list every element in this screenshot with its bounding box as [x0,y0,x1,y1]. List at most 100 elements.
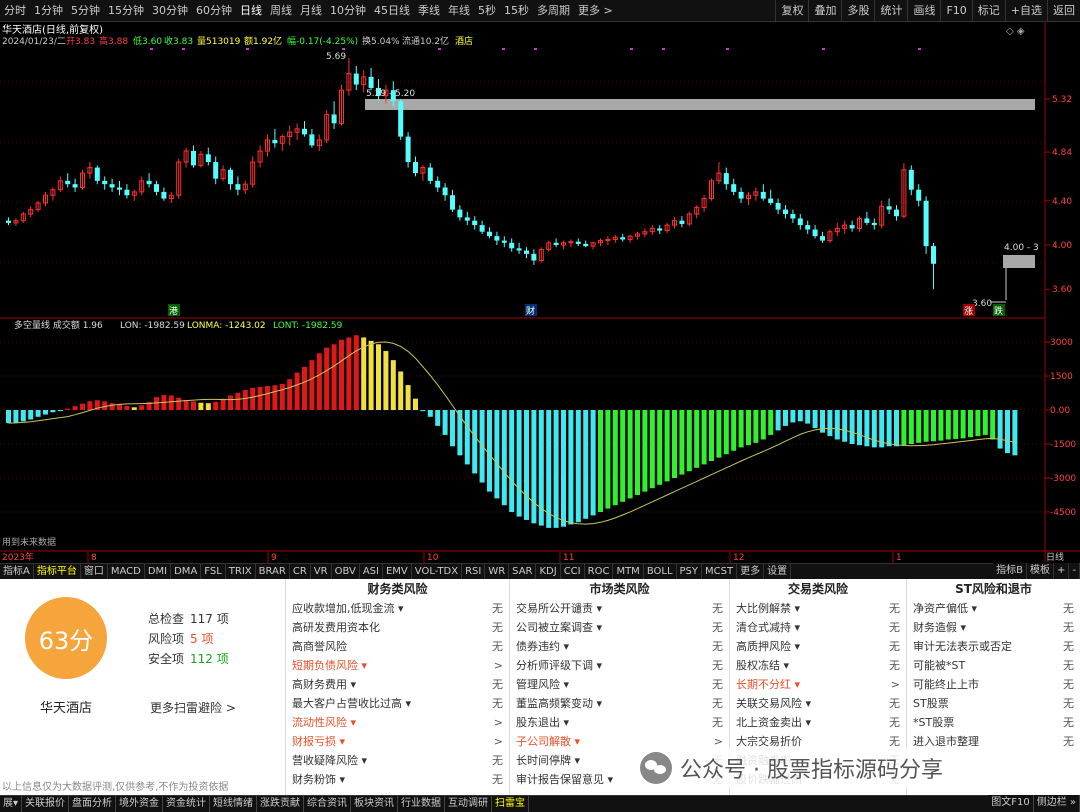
tool-button-4[interactable]: 画线 [907,0,940,22]
indicator-tab-9[interactable]: CR [290,564,311,579]
risk-item[interactable]: 短期负债风险 ▾ > [286,656,509,675]
period-tab-6[interactable]: 日线 [236,0,266,22]
tool-button-7[interactable]: +自选 [1004,0,1047,22]
risk-item[interactable]: 交易所公开谴责 ▾ 无 [510,599,729,618]
bottom-tab-0[interactable]: 展▾ [0,796,23,812]
period-tab-3[interactable]: 15分钟 [104,0,148,22]
indicator-right-2[interactable]: + [1054,563,1070,579]
tool-button-5[interactable]: F10 [940,0,971,22]
bottom-tab-11[interactable]: 扫雷宝 [492,796,530,812]
indicator-tab-7[interactable]: TRIX [226,564,256,579]
risk-item[interactable]: 债券违约 ▾ 无 [510,637,729,656]
risk-item[interactable]: 高财务费用 ▾ 无 [286,675,509,694]
risk-item[interactable]: 最大客户占营收比过高 ▾ 无 [286,694,509,713]
risk-item[interactable]: 关联交易风险 ▾ 无 [730,694,906,713]
risk-item[interactable]: ST股票 无 [907,694,1080,713]
indicator-tab-5[interactable]: DMA [171,564,202,579]
indicator-tab-20[interactable]: ROC [585,564,614,579]
risk-item[interactable]: 营收疑降风险 ▾ 无 [286,751,509,770]
indicator-tab-16[interactable]: WR [485,564,510,579]
indicator-tab-18[interactable]: KDJ [536,564,561,579]
indicator-tab-26[interactable]: 设置 [764,564,792,579]
tool-button-3[interactable]: 统计 [874,0,907,22]
tool-button-8[interactable]: 返回 [1047,0,1080,22]
indicator-tab-3[interactable]: MACD [108,564,145,579]
bottom-tab-4[interactable]: 资金统计 [163,796,211,812]
indicator-tab-14[interactable]: VOL-TDX [412,564,463,579]
indicator-tab-0[interactable]: 指标A [0,564,34,579]
risk-item[interactable]: 应收款增加,低现金流 ▾ 无 [286,599,509,618]
period-tab-4[interactable]: 30分钟 [148,0,192,22]
risk-item[interactable]: 北上资金卖出 ▾ 无 [730,713,906,732]
indicator-tab-6[interactable]: FSL [201,564,226,579]
indicator-right-1[interactable]: 模板 [1027,563,1054,579]
risk-item[interactable]: 长期不分红 ▾ > [730,675,906,694]
bottom-tab-10[interactable]: 互动调研 [445,796,493,812]
indicator-tab-15[interactable]: RSI [462,564,486,579]
indicator-tab-13[interactable]: EMV [383,564,412,579]
chart-tool-icons[interactable]: ◇ ◈ [1006,26,1025,37]
period-tab-15[interactable]: 多周期 [533,0,574,22]
risk-item[interactable]: 流动性风险 ▾ > [286,713,509,732]
period-tab-0[interactable]: 分时 [0,0,30,22]
period-tab-9[interactable]: 10分钟 [326,0,370,22]
indicator-tab-1[interactable]: 指标平台 [34,564,81,579]
bottom-tab-5[interactable]: 短线情绪 [210,796,258,812]
period-tab-14[interactable]: 15秒 [500,0,533,22]
tool-button-6[interactable]: 标记 [971,0,1005,22]
risk-item[interactable]: 净资产偏低 ▾ 无 [907,599,1080,618]
period-tab-13[interactable]: 5秒 [474,0,500,22]
indicator-tab-10[interactable]: VR [311,564,332,579]
risk-item[interactable]: 高研发费用资本化 无 [286,618,509,637]
bottom-tab-1[interactable]: 关联报价 [22,796,70,812]
more-scan-link[interactable]: 更多扫雷避险 > [150,699,236,716]
risk-item[interactable]: 可能被*ST 无 [907,656,1080,675]
bottom-tab-8[interactable]: 板块资讯 [351,796,399,812]
risk-item[interactable]: 董监高频繁变动 ▾ 无 [510,694,729,713]
bottom-tab-9[interactable]: 行业数据 [398,796,446,812]
indicator-tab-19[interactable]: CCI [561,564,585,579]
indicator-tab-24[interactable]: MCST [702,564,738,579]
kline-chart[interactable]: 华天酒店(日线,前复权) 2024/01/23/二 开3.83 高3.88 低3… [0,22,1080,563]
period-tab-12[interactable]: 年线 [444,0,474,22]
risk-item[interactable]: 股东退出 ▾ 无 [510,713,729,732]
period-tab-2[interactable]: 5分钟 [67,0,104,22]
risk-item[interactable]: 清仓式减持 ▾ 无 [730,618,906,637]
risk-item[interactable]: 管理风险 ▾ 无 [510,675,729,694]
risk-item[interactable]: 高商誉风险 无 [286,637,509,656]
risk-item[interactable]: 大比例解禁 ▾ 无 [730,599,906,618]
indicator-tab-23[interactable]: PSY [677,564,703,579]
indicator-tab-4[interactable]: DMI [145,564,172,579]
bottom-right-0[interactable]: 图文F10 [988,795,1034,812]
bottom-tab-2[interactable]: 盘面分析 [69,796,117,812]
indicator-tab-11[interactable]: OBV [332,564,360,579]
tool-button-0[interactable]: 复权 [775,0,808,22]
risk-item[interactable]: 财务粉饰 ▾ 无 [286,770,509,789]
period-tab-16[interactable]: 更多 > [574,0,617,22]
bottom-tab-3[interactable]: 境外资金 [116,796,164,812]
risk-item[interactable]: 分析师评级下调 ▾ 无 [510,656,729,675]
indicator-right-3[interactable]: - [1069,563,1080,579]
period-tab-1[interactable]: 1分钟 [30,0,67,22]
indicator-tab-8[interactable]: BRAR [256,564,290,579]
indicator-tab-21[interactable]: MTM [613,564,644,579]
risk-item[interactable]: 财报亏损 ▾ > [286,732,509,751]
risk-item[interactable]: *ST股票 无 [907,713,1080,732]
risk-item[interactable]: 股权冻结 ▾ 无 [730,656,906,675]
bottom-right-1[interactable]: 侧边栏 » [1034,795,1080,812]
indicator-tab-2[interactable]: 窗口 [81,564,108,579]
indicator-tab-12[interactable]: ASI [360,564,383,579]
period-tab-10[interactable]: 45日线 [370,0,414,22]
risk-item[interactable]: 高质押风险 ▾ 无 [730,637,906,656]
period-tab-7[interactable]: 周线 [266,0,296,22]
indicator-tab-17[interactable]: SAR [509,564,537,579]
bottom-tab-6[interactable]: 涨跌贡献 [257,796,305,812]
period-tab-11[interactable]: 季线 [414,0,444,22]
indicator-tab-25[interactable]: 更多 [737,564,765,579]
period-tab-8[interactable]: 月线 [296,0,326,22]
tool-button-2[interactable]: 多股 [841,0,874,22]
tool-button-1[interactable]: 叠加 [808,0,841,22]
risk-item[interactable]: 审计无法表示或否定 无 [907,637,1080,656]
indicator-right-0[interactable]: 指标B [993,563,1027,579]
period-tab-5[interactable]: 60分钟 [192,0,236,22]
